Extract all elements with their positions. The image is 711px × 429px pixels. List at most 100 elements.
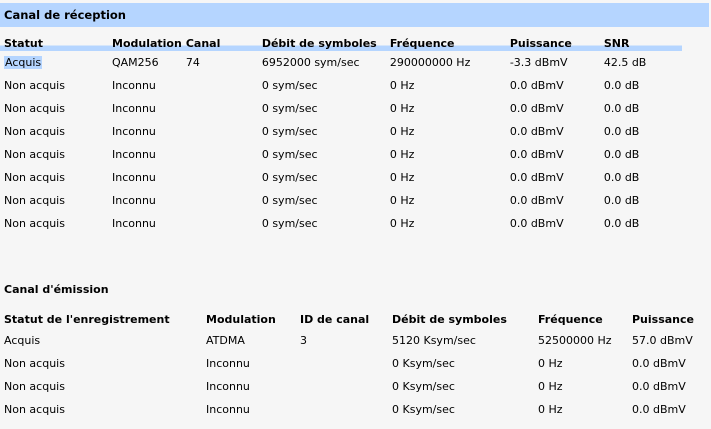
emission-table-cell: 0.0 dBmV bbox=[632, 403, 686, 416]
reception-table-cell: Non acquis bbox=[4, 102, 65, 115]
reception-table-cell: Inconnu bbox=[112, 194, 156, 207]
reception-table-cell: 0.0 dB bbox=[603, 148, 640, 161]
emission-table-cell: 0 Hz bbox=[538, 380, 563, 393]
reception-table-cell: Non acquis bbox=[4, 217, 65, 230]
reception-col-snr: SNR bbox=[599, 35, 682, 51]
reception-table-cell: 0 sym/sec bbox=[261, 171, 318, 184]
reception-table-cell: Inconnu bbox=[112, 148, 156, 161]
reception-table-cell: Inconnu bbox=[112, 79, 156, 92]
reception-col-channel: Canal bbox=[181, 35, 258, 51]
emission-table-cell: 0.0 dBmV bbox=[632, 380, 686, 393]
reception-table-cell bbox=[182, 189, 258, 212]
emission-col-registration-status: Statut de l'enregistrement bbox=[4, 312, 170, 326]
reception-table-cell: 74 bbox=[185, 56, 200, 69]
reception-table-cell: QAM256 bbox=[112, 56, 159, 69]
reception-table-cell bbox=[182, 166, 258, 189]
reception-table-cell bbox=[182, 97, 258, 120]
reception-table-cell: 290000000 Hz bbox=[389, 56, 471, 69]
reception-table-row: Non acquis Inconnu 0 sym/sec 0 Hz 0.0 dBmV 0.… bbox=[0, 143, 682, 166]
reception-table-cell: -3.3 dBmV bbox=[509, 56, 568, 69]
reception-table-row: Non acquis Inconnu 0 sym/sec 0 Hz 0.0 dBmV 0.… bbox=[0, 189, 682, 212]
reception-table-cell: 0.0 dB bbox=[603, 125, 640, 138]
reception-table-row: Non acquis Inconnu 0 sym/sec 0 Hz 0.0 dBmV 0.… bbox=[0, 97, 682, 120]
reception-table-cell: 0 sym/sec bbox=[261, 79, 318, 92]
reception-table-cell: 6952000 sym/sec bbox=[261, 56, 360, 69]
emission-table-cell bbox=[296, 352, 388, 375]
reception-table-row: Acquis QAM256 74 6952000 sym/sec 290000000 H… bbox=[0, 51, 682, 74]
reception-table-cell: 0.0 dBmV bbox=[509, 79, 564, 92]
reception-table-cell: Inconnu bbox=[112, 102, 156, 115]
reception-table-cell: 0.0 dBmV bbox=[509, 217, 564, 230]
reception-table-cell: 0.0 dBmV bbox=[509, 194, 564, 207]
emission-table-cell bbox=[296, 375, 388, 398]
reception-table-cell: 0 sym/sec bbox=[261, 194, 318, 207]
emission-table-cell: Inconnu bbox=[206, 403, 250, 416]
emission-table-cell: Inconnu bbox=[206, 357, 250, 370]
reception-table-cell: Non acquis bbox=[4, 125, 65, 138]
reception-table-cell: Non acquis bbox=[4, 79, 65, 92]
reception-table-cell: Non acquis bbox=[4, 148, 65, 161]
emission-table-cell bbox=[296, 398, 388, 421]
reception-table-row: Non acquis Inconnu 0 sym/sec 0 Hz 0.0 dBmV 0.… bbox=[0, 166, 682, 189]
reception-table-cell: 0.0 dBmV bbox=[509, 102, 564, 115]
reception-table: Statut Modulation Canal Débit de symbole… bbox=[0, 35, 682, 235]
reception-table-cell: 0 Hz bbox=[389, 194, 415, 207]
reception-col-frequency: Fréquence bbox=[385, 35, 506, 51]
reception-table-cell: 0 sym/sec bbox=[261, 125, 318, 138]
emission-table-row: Acquis ATDMA 3 5120 Ksym/sec 52500000 Hz 57.0… bbox=[0, 329, 708, 352]
reception-table-body: Acquis QAM256 74 6952000 sym/sec 290000000 H… bbox=[0, 51, 682, 235]
emission-table-cell: Non acquis bbox=[4, 357, 65, 370]
reception-col-status: Statut bbox=[0, 35, 108, 51]
reception-table-cell: Non acquis bbox=[4, 194, 65, 207]
selected-status-text[interactable]: Acquis bbox=[4, 56, 43, 69]
emission-col-symbol-rate: Débit de symboles bbox=[392, 312, 507, 326]
reception-table-cell: 42.5 dB bbox=[603, 56, 647, 69]
reception-table-cell: 0.0 dB bbox=[603, 102, 640, 115]
emission-table-cell: 0 Ksym/sec bbox=[392, 403, 455, 416]
emission-table-cell: 0 Hz bbox=[538, 403, 563, 416]
emission-col-frequency: Fréquence bbox=[538, 312, 603, 326]
emission-col-channel-id: ID de canal bbox=[300, 312, 370, 326]
reception-table-cell: 0 Hz bbox=[389, 102, 415, 115]
emission-table-cell: Acquis bbox=[4, 334, 41, 347]
reception-table-cell: 0.0 dBmV bbox=[509, 148, 564, 161]
reception-table-cell: 0 Hz bbox=[389, 171, 415, 184]
reception-table-cell: 0 Hz bbox=[389, 217, 415, 230]
reception-table-cell: 0 sym/sec bbox=[261, 217, 318, 230]
reception-table-cell: 0.0 dBmV bbox=[509, 125, 564, 138]
reception-table-cell: 0 sym/sec bbox=[261, 102, 318, 115]
emission-table-cell: Non acquis bbox=[4, 380, 65, 393]
emission-table-cell: 0 Ksym/sec bbox=[392, 380, 455, 393]
reception-table-cell: 0.0 dB bbox=[603, 79, 640, 92]
cable-modem-status-page: Canal de réception Statut Modulation Can… bbox=[0, 0, 711, 429]
emission-table-row: Non acquis Inconnu 0 Ksym/sec 0 Hz 0.0 dBmV bbox=[0, 375, 708, 398]
emission-table-cell: 5120 Ksym/sec bbox=[392, 334, 476, 347]
emission-table: Statut de l'enregistrement Modulation ID… bbox=[0, 309, 708, 421]
reception-table-cell bbox=[182, 143, 258, 166]
emission-table-cell: 0.0 dBmV bbox=[632, 357, 686, 370]
emission-table-cell: 0 Ksym/sec bbox=[392, 357, 455, 370]
emission-table-cell: 52500000 Hz bbox=[538, 334, 612, 347]
reception-section-header: Canal de réception bbox=[0, 3, 709, 27]
reception-col-modulation: Modulation bbox=[108, 35, 182, 51]
reception-header-row: Statut Modulation Canal Débit de symbole… bbox=[0, 35, 682, 51]
emission-table-cell: Inconnu bbox=[206, 380, 250, 393]
emission-table-cell: 0 Hz bbox=[538, 357, 563, 370]
reception-table-cell: Non acquis bbox=[4, 171, 65, 184]
emission-section-title: Canal d'émission bbox=[4, 283, 109, 296]
reception-table-cell: Inconnu bbox=[112, 171, 156, 184]
emission-table-cell: 57.0 dBmV bbox=[632, 334, 693, 347]
reception-table-cell: 0 sym/sec bbox=[261, 148, 318, 161]
reception-table-cell: 0.0 dB bbox=[603, 194, 640, 207]
reception-table-cell: Acquis bbox=[0, 51, 108, 74]
reception-table-row: Non acquis Inconnu 0 sym/sec 0 Hz 0.0 dBmV 0.… bbox=[0, 120, 682, 143]
reception-table-cell: 0 Hz bbox=[389, 148, 415, 161]
reception-table-cell: 0.0 dB bbox=[603, 171, 640, 184]
reception-table-cell: 0 Hz bbox=[389, 125, 415, 138]
emission-table-body: Acquis ATDMA 3 5120 Ksym/sec 52500000 Hz 57.0… bbox=[0, 329, 708, 421]
reception-table-cell bbox=[182, 74, 258, 97]
emission-header-row: Statut de l'enregistrement Modulation ID… bbox=[0, 309, 708, 329]
reception-table-cell: 0 Hz bbox=[389, 79, 415, 92]
reception-table-row: Non acquis Inconnu 0 sym/sec 0 Hz 0.0 dBmV 0.… bbox=[0, 212, 682, 235]
emission-table-row: Non acquis Inconnu 0 Ksym/sec 0 Hz 0.0 dBmV bbox=[0, 398, 708, 421]
